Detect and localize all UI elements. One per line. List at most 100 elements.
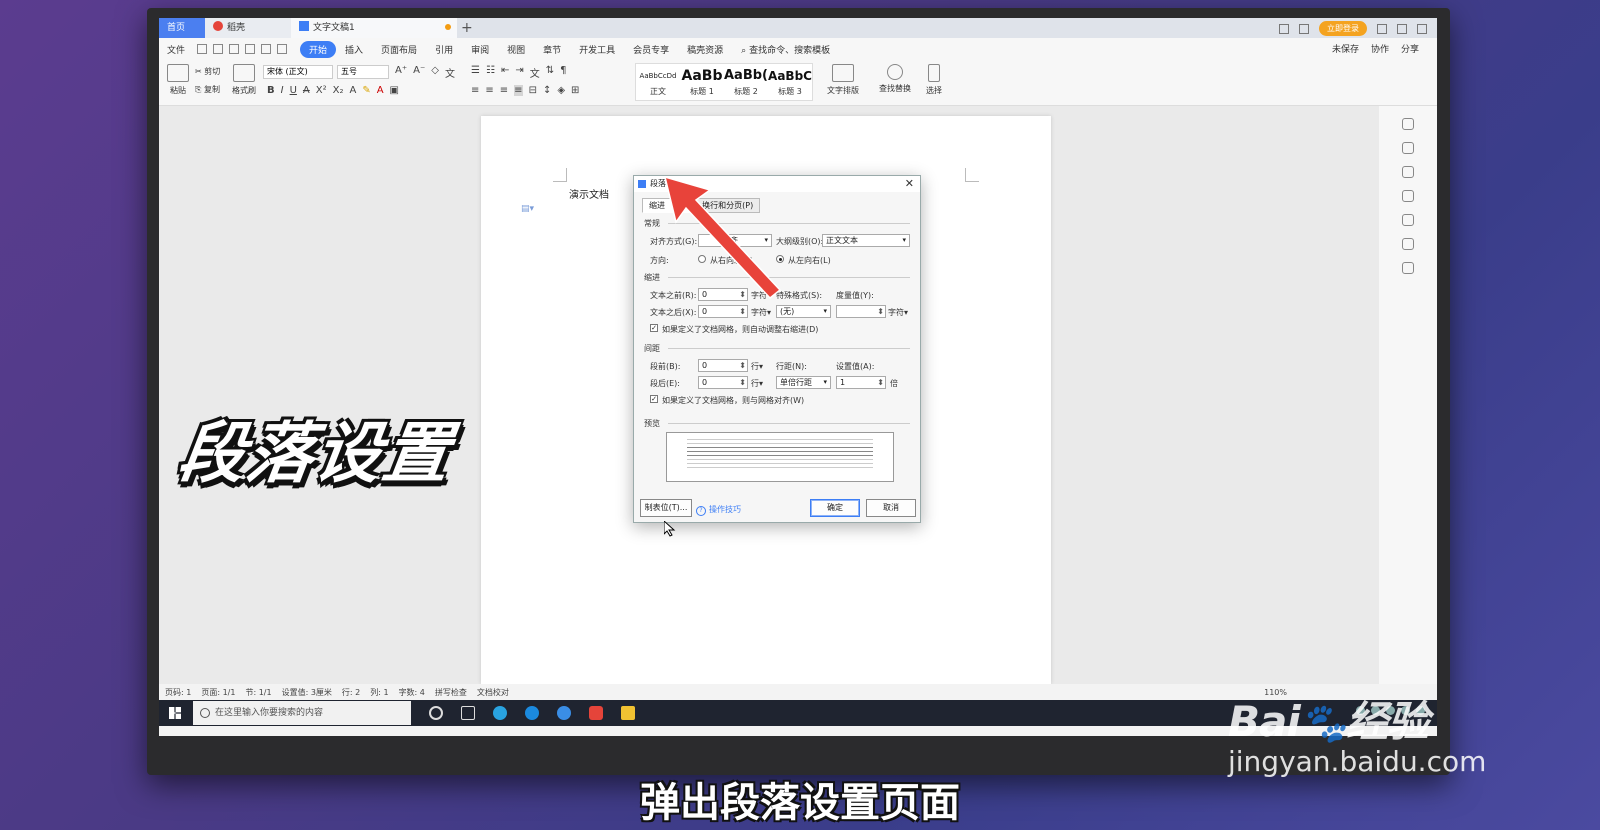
edge-icon[interactable] (525, 706, 539, 720)
show-marks-icon[interactable]: ¶ (560, 65, 566, 80)
export-icon[interactable] (213, 44, 224, 54)
menu-view[interactable]: 视图 (498, 43, 534, 56)
wps-taskbar-icon[interactable] (589, 706, 603, 720)
auto-indent-checkbox[interactable]: ✓ (650, 324, 658, 332)
after-spacing-unit[interactable]: 行▾ (751, 378, 763, 389)
menu-file[interactable]: 文件 (159, 43, 194, 56)
cancel-button[interactable]: 取消 (866, 499, 916, 517)
char-border-icon[interactable]: ▣ (390, 85, 399, 96)
sogou-icon[interactable] (557, 706, 571, 720)
border-icon[interactable]: ⊞ (571, 85, 579, 96)
menu-resources[interactable]: 稿壳资源 (678, 43, 732, 56)
print-icon[interactable] (229, 44, 240, 54)
save-icon[interactable] (197, 44, 208, 54)
after-spacing-input[interactable]: 0 (698, 376, 748, 389)
underline-icon[interactable]: U (290, 85, 297, 96)
pointer-icon[interactable] (1402, 166, 1414, 178)
font-select[interactable]: 宋体 (正文) (263, 65, 333, 79)
strikethrough-icon[interactable]: A (303, 85, 310, 96)
setting-input[interactable]: 1 (836, 376, 886, 389)
align-left-icon[interactable]: ≡ (471, 85, 479, 96)
menu-insert[interactable]: 插入 (336, 43, 372, 56)
pen-icon[interactable] (1402, 142, 1414, 154)
minimize-icon[interactable] (1377, 23, 1387, 34)
cut-button[interactable]: ✂ 剪切 (195, 66, 220, 77)
line-spacing-select[interactable]: 单倍行距 (776, 376, 831, 389)
menu-member[interactable]: 会员专享 (624, 43, 678, 56)
dialog-close-icon[interactable]: ✕ (905, 176, 914, 192)
shrink-font-icon[interactable]: A⁻ (413, 65, 425, 80)
italic-icon[interactable]: I (281, 85, 284, 96)
close-icon[interactable] (1417, 23, 1427, 34)
select-button[interactable]: 选择 (919, 64, 949, 96)
unsaved-dot-icon[interactable] (445, 24, 451, 30)
text-effect-icon[interactable]: A (349, 85, 356, 96)
outline-select[interactable]: 正文文本 (822, 234, 910, 247)
align-right-icon[interactable]: ≡ (500, 85, 508, 96)
grid-icon[interactable] (1299, 23, 1309, 34)
shading-icon[interactable]: ◈ (557, 85, 565, 96)
login-button[interactable]: 立即登录 (1319, 21, 1367, 36)
special-format-select[interactable]: (无) (776, 305, 831, 318)
status-proofread[interactable]: 文档校对 (477, 687, 509, 698)
command-search[interactable]: ⌕ 查找命令、搜索模板 (732, 43, 839, 56)
style-heading-3[interactable]: AaBbC 标题 3 (768, 64, 812, 100)
unsaved-button[interactable]: 未保存 (1332, 42, 1359, 55)
increase-indent-icon[interactable]: ⇥ (515, 65, 523, 80)
superscript-icon[interactable]: X² (316, 85, 327, 96)
distribute-icon[interactable]: ⊟ (529, 85, 537, 96)
status-line[interactable]: 行: 2 (342, 687, 360, 698)
status-section[interactable]: 节: 1/1 (245, 687, 271, 698)
highlight-icon[interactable]: ✎ (362, 85, 370, 96)
menu-developer[interactable]: 开发工具 (570, 43, 624, 56)
restore-icon[interactable] (1397, 23, 1407, 34)
measure-input[interactable] (836, 305, 886, 318)
share-button[interactable]: 分享 (1401, 42, 1419, 55)
number-list-icon[interactable]: ☷ (486, 65, 495, 80)
bold-icon[interactable]: B (267, 85, 275, 96)
sort-icon[interactable]: ⇅ (546, 65, 554, 80)
text-layout-button[interactable]: 文字排版 (823, 64, 863, 96)
undo-icon[interactable] (261, 44, 272, 54)
document-text[interactable]: 演示文档 (569, 186, 609, 201)
font-color-icon[interactable]: A (377, 85, 384, 96)
task-view-icon[interactable] (461, 706, 475, 720)
windows-start-icon[interactable] (169, 707, 181, 719)
paste-button[interactable]: 粘贴 (165, 64, 191, 96)
format-painter-button[interactable]: 格式刷 (229, 64, 259, 96)
browser-360-icon[interactable] (493, 706, 507, 720)
new-tab-button[interactable]: + (461, 18, 473, 38)
decrease-indent-icon[interactable]: ⇤ (501, 65, 509, 80)
cortana-icon[interactable] (429, 706, 443, 720)
chinese-layout-icon[interactable]: 文 (530, 65, 540, 80)
align-center-icon[interactable]: ≡ (485, 85, 493, 96)
style-normal[interactable]: AaBbCcDd 正文 (636, 64, 680, 100)
menu-home[interactable]: 开始 (300, 40, 337, 58)
help-icon[interactable] (1402, 214, 1414, 226)
tab-wps[interactable]: 稻壳 (205, 18, 291, 38)
style-heading-2[interactable]: AaBb(标题 2 (724, 64, 768, 100)
layout-icon[interactable] (1279, 23, 1289, 34)
after-text-input[interactable]: 0 (698, 305, 748, 318)
justify-icon[interactable]: ≡ (514, 85, 523, 96)
tips-link[interactable]: 操作技巧 (696, 504, 741, 516)
collaborate-button[interactable]: 协作 (1371, 42, 1389, 55)
menu-chapter[interactable]: 章节 (534, 43, 570, 56)
grid-align-checkbox[interactable]: ✓ (650, 395, 658, 403)
before-spacing-unit[interactable]: 行▾ (751, 361, 763, 372)
before-spacing-input[interactable]: 0 (698, 359, 748, 372)
status-page-count[interactable]: 页面: 1/1 (201, 687, 235, 698)
tab-home[interactable]: 首页 (159, 18, 205, 38)
settings-sliders-icon[interactable] (1402, 190, 1414, 202)
menu-references[interactable]: 引用 (426, 43, 462, 56)
status-page-number[interactable]: 页码: 1 (165, 687, 191, 698)
status-column[interactable]: 列: 1 (370, 687, 388, 698)
location-icon[interactable] (1402, 262, 1414, 274)
style-heading-1[interactable]: AaBb 标题 1 (680, 64, 724, 100)
bullet-list-icon[interactable]: ☰ (471, 65, 480, 80)
backup-icon[interactable] (1402, 238, 1414, 250)
menu-page-layout[interactable]: 页面布局 (372, 43, 426, 56)
paragraph-handle-icon[interactable]: ▤▾ (521, 204, 534, 214)
clear-format-icon[interactable]: ◇ (431, 65, 439, 80)
taskbar-search[interactable]: 在这里输入你要搜索的内容 (193, 701, 411, 725)
